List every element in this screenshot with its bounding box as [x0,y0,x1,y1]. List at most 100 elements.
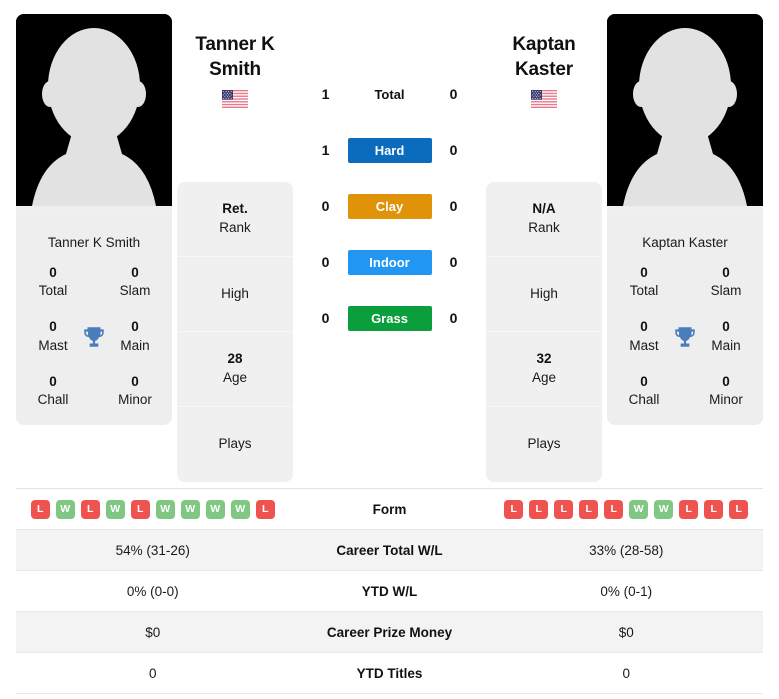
left-ytd-wl: 0% (0-0) [126,583,179,599]
surface-indoor-badge[interactable]: Indoor [347,249,432,275]
right-ytd-wl: 0% (0-1) [600,583,653,599]
title-mast-label: Mast [38,337,68,353]
trophy-icon [675,326,695,347]
left-player-name-line2: Smith [209,59,261,81]
form-badge-w[interactable]: W [629,499,649,519]
form-badge-l[interactable]: L [679,499,699,519]
titles-row-total-slam: 0 Total 0 Slam [16,264,172,300]
row-label-ytd-wl: YTD W/L [361,583,418,599]
title-total: 0 Total [617,264,671,300]
title-chall: 0 Chall [617,373,671,409]
form-badge-l[interactable]: L [729,499,749,519]
right-info-high: High [486,257,602,332]
right-career-prize-money: $0 [618,624,634,640]
left-player-card-name: Tanner K Smith [47,235,141,250]
left-info-age: 28 Age [177,332,293,407]
form-badge-l[interactable]: L [579,499,599,519]
form-badge-w[interactable]: W [205,499,225,519]
row-label-form: Form [372,501,407,517]
form-badge-l[interactable]: L [604,499,624,519]
table-row-career-total-wl: 54% (31-26) Career Total W/L 33% (28-58) [16,530,763,571]
row-label-ytd-titles: YTD Titles [356,665,423,681]
form-badge-l[interactable]: L [30,499,50,519]
left-ytd-titles: 0 [148,665,157,681]
stats-comparison-table: LWLWLWWWWL Form LLLLLWWLLL 54% (31-26) C… [16,488,763,694]
right-age-label: Age [531,370,557,385]
title-chall-label: Chall [37,392,69,408]
row-label-career-total-wl: Career Total W/L [336,542,443,558]
surface-grass-badge[interactable]: Grass [347,305,432,331]
us-flag-icon [531,90,557,109]
title-slam-label: Slam [119,283,151,299]
left-info-rank: Ret. Rank [177,182,293,257]
title-total: 0 Total [26,264,80,300]
left-player-info-column: Tanner K Smith Ret. Rank High 28 Age Pla… [177,14,293,482]
title-chall-label: Chall [628,392,660,408]
title-chall-value: 0 [640,373,648,389]
form-badge-l[interactable]: L [80,499,100,519]
form-badge-l[interactable]: L [704,499,724,519]
right-player-info-card: N/A Rank High 32 Age Plays [486,182,602,482]
form-badge-w[interactable]: W [55,499,75,519]
left-career-total-wl: 54% (31-26) [115,542,190,558]
title-slam-label: Slam [710,283,742,299]
form-badge-l[interactable]: L [554,499,574,519]
right-player-titles-card: Kaptan Kaster 0 Total 0 Slam 0 Mast 0 Ma… [607,219,763,426]
form-badge-w[interactable]: W [230,499,250,519]
titles-row-mast-main: 0 Mast 0 Main [607,318,763,354]
titles-row-chall-minor: 0 Chall 0 Minor [16,373,172,409]
surface-hard-left-value: 1 [321,142,330,158]
title-minor-value: 0 [131,373,139,389]
right-age-value: 32 [536,351,552,367]
form-badge-l[interactable]: L [130,499,150,519]
left-player-info-card: Ret. Rank High 28 Age Plays [177,182,293,482]
title-total-value: 0 [640,265,648,280]
right-high-label: High [530,285,558,301]
title-mast: 0 Mast [26,318,80,354]
form-badge-w[interactable]: W [180,499,200,519]
avatar-placeholder-icon [16,14,172,219]
left-age-value: 28 [227,351,243,367]
left-rank-value: Ret. [222,201,248,217]
title-minor-label: Minor [118,392,152,408]
right-player-name-block: Kaptan Kaster [486,14,602,114]
surface-indoor-left-value: 0 [321,254,330,270]
right-info-rank: N/A Rank [486,182,602,257]
surface-grass-left-value: 0 [321,310,330,326]
title-slam-value: 0 [722,265,730,280]
surface-hard-badge[interactable]: Hard [347,137,432,163]
titles-row-total-slam: 0 Total 0 Slam [607,264,763,300]
form-badge-l[interactable]: L [529,499,549,519]
right-career-total-wl: 33% (28-58) [589,542,664,558]
surface-clay-badge[interactable]: Clay [347,193,432,219]
right-player-name-line2: Kaster [515,59,573,81]
title-slam-value: 0 [131,265,139,280]
surface-indoor-right-value: 0 [449,254,458,270]
left-career-prize-money: $0 [145,624,161,640]
surface-total-right-value: 0 [449,86,458,102]
form-badge-w[interactable]: W [654,499,674,519]
surface-grass-right-value: 0 [449,310,458,326]
title-main: 0 Main [108,318,162,354]
right-info-age: 32 Age [486,332,602,407]
avatar-placeholder-icon [607,14,763,219]
right-plays-label: Plays [527,436,561,452]
left-form-badges: LWLWLWWWWL [16,499,290,519]
titles-row-mast-main: 0 Mast 0 Main [16,318,172,354]
form-badge-w[interactable]: W [155,499,175,519]
form-badge-l[interactable]: L [504,499,524,519]
title-mast-value: 0 [49,319,57,335]
left-player-photo [16,14,172,219]
right-player-photo [607,14,763,219]
form-badge-l[interactable]: L [255,499,275,519]
table-row-ytd-wl: 0% (0-0) YTD W/L 0% (0-1) [16,571,763,612]
player-comparison-page: Tanner K Smith 0 Total 0 Slam 0 Mast 0 M… [0,0,779,699]
left-info-plays: Plays [177,407,293,482]
trophy-icon [84,326,104,347]
title-chall-value: 0 [49,373,57,389]
row-label-career-prize-money: Career Prize Money [326,624,453,640]
title-slam: 0 Slam [108,264,162,300]
right-ytd-titles: 0 [622,665,630,681]
form-badge-w[interactable]: W [105,499,125,519]
title-chall: 0 Chall [26,373,80,409]
